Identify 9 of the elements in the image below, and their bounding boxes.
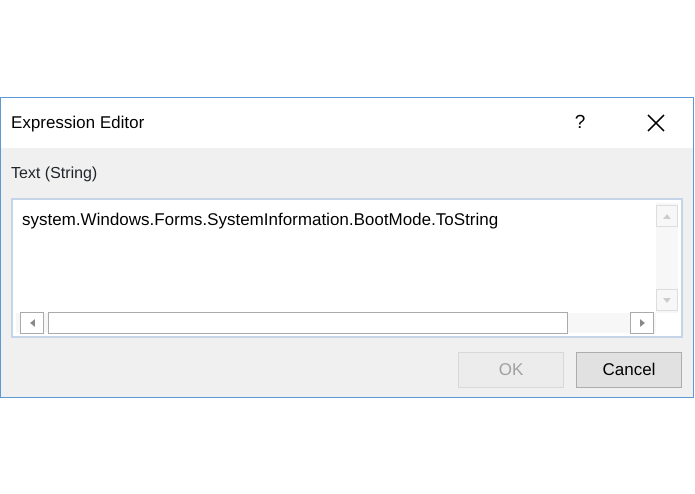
help-button[interactable]: ? [555, 98, 605, 148]
horizontal-scrollbar[interactable] [16, 313, 656, 333]
scroll-thumb[interactable] [48, 312, 568, 334]
close-icon [646, 113, 666, 133]
vertical-scrollbar[interactable] [656, 203, 678, 313]
text-area-panel[interactable]: system.Windows.Forms.SystemInformation.BootMode.ToString [11, 198, 683, 338]
window-title: Expression Editor [11, 112, 146, 134]
cancel-button[interactable]: Cancel [576, 352, 682, 388]
field-label: Text (String) [11, 164, 98, 184]
